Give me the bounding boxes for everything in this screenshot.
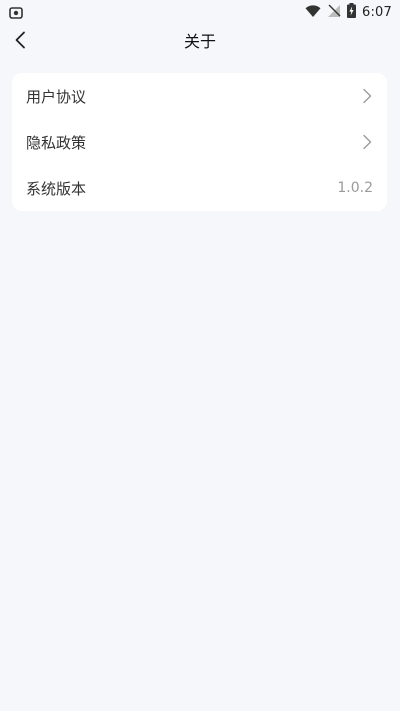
screenshot-notification-icon [9, 5, 23, 19]
page-title: 关于 [183, 32, 216, 51]
menu-item-privacy-policy[interactable]: 隐私政策 [12, 119, 387, 165]
menu-item-label: 系统版本 [26, 179, 87, 198]
wifi-icon [305, 3, 321, 22]
chevron-right-icon [361, 134, 373, 150]
status-time: 6:07 [362, 4, 392, 20]
menu-item-system-version[interactable]: 系统版本 1.0.2 [12, 165, 387, 211]
chevron-right-icon [361, 88, 373, 104]
status-icons: 6:07 [305, 2, 392, 22]
no-signal-icon [327, 3, 341, 22]
menu-item-user-agreement[interactable]: 用户协议 [12, 73, 387, 119]
about-menu-card: 用户协议 隐私政策 系统版本 1.0.2 [12, 73, 387, 211]
menu-item-label: 隐私政策 [26, 133, 87, 152]
menu-item-label: 用户协议 [26, 87, 87, 106]
version-value: 1.0.2 [337, 180, 373, 196]
battery-charging-icon [347, 2, 356, 22]
header: 关于 [0, 24, 400, 60]
status-bar: 6:07 [0, 0, 400, 24]
